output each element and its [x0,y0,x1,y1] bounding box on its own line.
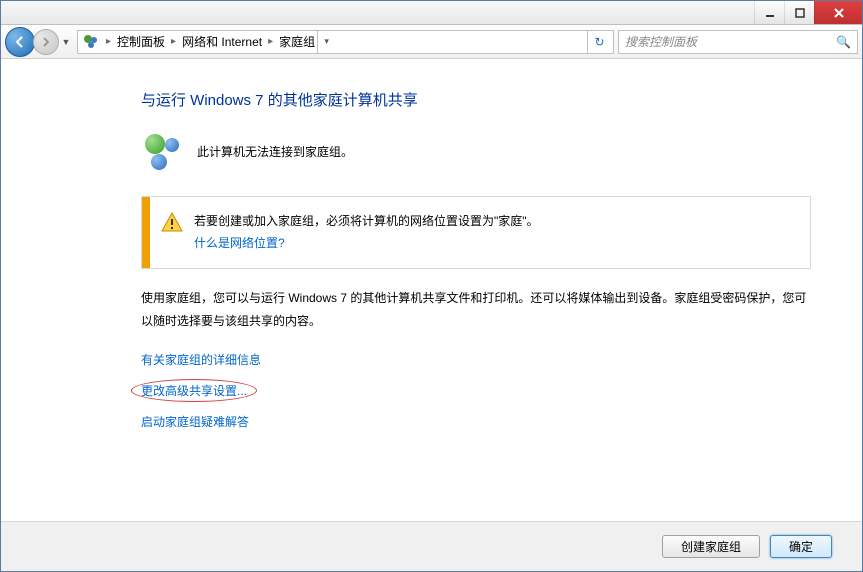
chevron-right-icon: ▸ [264,36,277,47]
maximize-button[interactable] [784,1,814,24]
warning-icon [160,211,184,235]
page-heading: 与运行 Windows 7 的其他家庭计算机共享 [141,89,822,110]
homegroup-large-icon [141,132,179,170]
homegroup-icon [82,33,100,51]
search-icon[interactable]: 🔍 [836,35,851,49]
close-button[interactable] [814,1,862,24]
content-pane: 与运行 Windows 7 的其他家庭计算机共享 此计算机无法连接到家庭组。 若… [1,59,862,521]
warning-box: 若要创建或加入家庭组，必须将计算机的网络位置设置为"家庭"。 什么是网络位置? [141,196,811,269]
history-dropdown[interactable]: ▼ [59,37,73,47]
breadcrumb-item[interactable]: 家庭组 [277,33,317,50]
breadcrumb[interactable]: ▸ 控制面板 ▸ 网络和 Internet ▸ 家庭组 ▾ ↻ [77,30,614,54]
breadcrumb-dropdown[interactable]: ▾ [317,31,335,53]
troubleshoot-link[interactable]: 启动家庭组疑难解答 [141,413,249,430]
navbar: ▼ ▸ 控制面板 ▸ 网络和 Internet ▸ 家庭组 ▾ ↻ 搜索控制面板… [1,25,862,59]
explorer-window: ▼ ▸ 控制面板 ▸ 网络和 Internet ▸ 家庭组 ▾ ↻ 搜索控制面板… [0,0,863,572]
forward-button[interactable] [33,29,59,55]
nav-arrows: ▼ [5,27,73,57]
refresh-button[interactable]: ↻ [587,31,611,53]
warning-message: 若要创建或加入家庭组，必须将计算机的网络位置设置为"家庭"。 [194,211,539,233]
create-homegroup-button[interactable]: 创建家庭组 [662,535,760,558]
status-row: 此计算机无法连接到家庭组。 [141,132,822,170]
breadcrumb-item[interactable]: 控制面板 [115,33,167,50]
details-link[interactable]: 有关家庭组的详细信息 [141,351,261,368]
warning-text: 若要创建或加入家庭组，必须将计算机的网络位置设置为"家庭"。 什么是网络位置? [194,211,539,254]
description-text: 使用家庭组，您可以与运行 Windows 7 的其他计算机共享文件和打印机。还可… [141,287,811,333]
chevron-right-icon: ▸ [102,36,115,47]
search-placeholder: 搜索控制面板 [625,33,697,50]
search-input[interactable]: 搜索控制面板 🔍 [618,30,858,54]
network-location-link[interactable]: 什么是网络位置? [194,236,285,250]
breadcrumb-item[interactable]: 网络和 Internet [180,33,264,50]
chevron-right-icon: ▸ [167,36,180,47]
titlebar [1,1,862,25]
minimize-button[interactable] [754,1,784,24]
ok-button[interactable]: 确定 [770,535,832,558]
back-button[interactable] [5,27,35,57]
warning-stripe [142,197,150,268]
footer: 创建家庭组 确定 [1,521,862,571]
status-text: 此计算机无法连接到家庭组。 [197,143,353,160]
advanced-sharing-link[interactable]: 更改高级共享设置... [141,382,247,399]
